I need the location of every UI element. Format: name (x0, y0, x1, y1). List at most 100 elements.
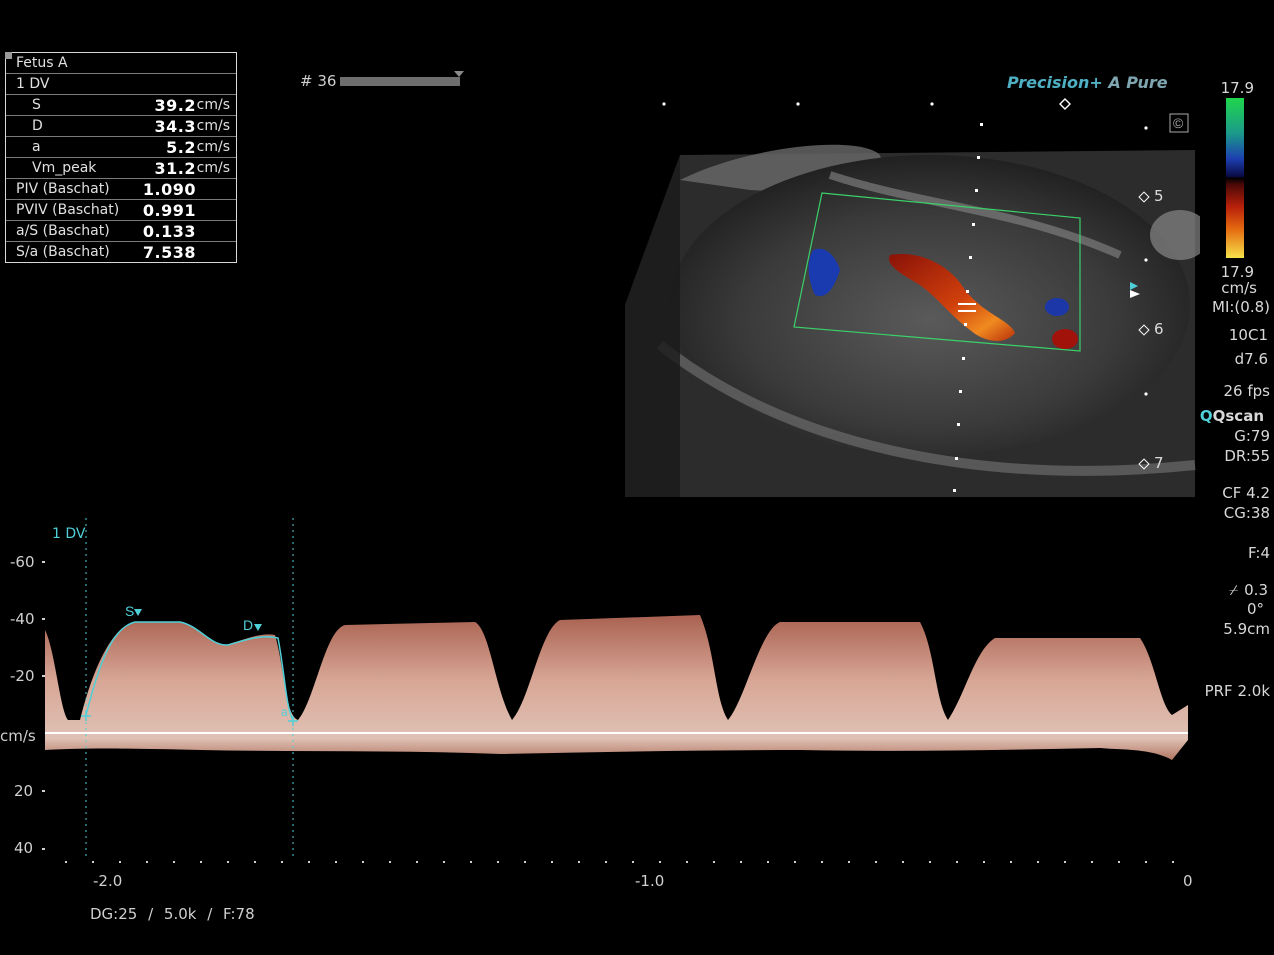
measurement-value: 5.2 (166, 137, 196, 157)
time-axis-dot (362, 861, 364, 863)
time-axis-dot (227, 861, 229, 863)
time-axis-dot (1010, 861, 1012, 863)
measurement-label: Vm_peak (32, 160, 97, 176)
time-axis-dot (929, 861, 931, 863)
x-tick: -2.0 (93, 872, 123, 890)
time-axis-dot (1145, 861, 1147, 863)
time-axis-dot (578, 861, 580, 863)
time-axis-dot (335, 861, 337, 863)
top-scale-dots (662, 102, 934, 106)
time-axis-dot (416, 861, 418, 863)
filter-setting: F:4 (1247, 544, 1270, 562)
frame-number: # 36 (300, 72, 337, 90)
fetus-label: Fetus A (16, 55, 68, 71)
time-axis-dot (848, 861, 850, 863)
time-axis-dot (119, 861, 121, 863)
s-marker-icon (134, 609, 142, 616)
a-marker-label: a (281, 705, 288, 719)
measurement-row: S 39.2 cm/s (6, 95, 236, 116)
brand-logo: Precision+ A Pure (1007, 73, 1168, 92)
color-scale-top: 17.9 (1220, 79, 1254, 97)
depth-marker-label: 6 (1154, 320, 1164, 338)
qscan-label: QQscan (1199, 407, 1264, 425)
time-axis-dot (875, 861, 877, 863)
d-marker-icon (254, 624, 262, 631)
time-axis-dot (686, 861, 688, 863)
time-axis-dot (1037, 861, 1039, 863)
brand-precision: Precision+ (1007, 73, 1103, 92)
measurement-value: 34.3 (154, 116, 196, 136)
cine-position-marker[interactable] (454, 71, 464, 77)
gate-depth: 5.9cm (1223, 620, 1270, 638)
time-axis-dot (551, 861, 553, 863)
time-axis-dot (659, 861, 661, 863)
measurement-vessel-row: 1 DV (6, 74, 236, 95)
color-scale-bar (1226, 98, 1244, 258)
depth-marker-label: 5 (1154, 187, 1164, 205)
time-axis-dot (92, 861, 94, 863)
measurement-value: 7.538 (142, 242, 196, 262)
color-gain: CG:38 (1223, 504, 1270, 522)
y-axis-unit: cm/s (0, 727, 36, 745)
y-tick: -20 (10, 667, 35, 685)
time-axis-dot (1064, 861, 1066, 863)
measurement-unit: cm/s (196, 139, 230, 155)
measurement-table: Fetus A 1 DV S 39.2 cm/s D 34.3 cm/s a 5.2 cm/s V… (5, 52, 237, 263)
measurement-row: Vm_peak 31.2 cm/s (6, 158, 236, 179)
s-marker-label: S (125, 603, 134, 619)
prf-setting: PRF 2.0k (1204, 682, 1270, 700)
cine-frame-bar[interactable] (340, 77, 460, 86)
time-axis-dot (983, 861, 985, 863)
d-marker-label: D (243, 617, 253, 633)
angle-icon: ⌿ (1229, 581, 1239, 599)
probe-name: 10C1 (1228, 326, 1268, 344)
gain: G:79 (1234, 427, 1270, 445)
depth-marker-6: 6 (1138, 320, 1164, 338)
top-marker-icon (1059, 98, 1071, 110)
measurement-value: 0.991 (142, 200, 196, 220)
measurement-unit: cm/s (196, 97, 230, 113)
angle-correction: ⌿ 0.3 (1229, 581, 1268, 599)
depth-marker-5: 5 (1138, 187, 1164, 205)
brand-apure: A Pure (1108, 73, 1168, 92)
time-axis-dot (173, 861, 175, 863)
color-scale-unit: cm/s (1221, 279, 1257, 297)
y-tick: 20 (14, 782, 34, 800)
time-axis-dot (767, 861, 769, 863)
depth-diamond-icon (1138, 191, 1150, 203)
dynamic-range: DR:55 (1224, 447, 1270, 465)
y-tick: -60 (10, 553, 35, 571)
time-axis-dot (146, 861, 148, 863)
x-tick: -1.0 (635, 872, 665, 890)
red-flow-right (1052, 329, 1078, 349)
measurement-label: S (32, 97, 41, 113)
doppler-settings-footer: DG:25 / 5.0k / F:78 (90, 905, 255, 923)
spectral-vessel-label: 1 DV (52, 526, 86, 542)
measurement-label: a/S (Baschat) (16, 223, 110, 239)
measurement-value: 31.2 (154, 158, 196, 178)
measurement-value: 1.090 (142, 179, 196, 199)
measurement-rows: S 39.2 cm/s D 34.3 cm/s a 5.2 cm/s Vm_peak 31.2 cm/… (6, 95, 236, 262)
measurement-row: a 5.2 cm/s (6, 137, 236, 158)
time-axis-dot (308, 861, 310, 863)
blue-flow-right (1045, 298, 1069, 316)
time-axis-dot (956, 861, 958, 863)
mechanical-index: MI:(0.8) (1212, 298, 1270, 316)
angle-value: 0.3 (1244, 581, 1268, 599)
time-axis-dot (470, 861, 472, 863)
time-axis-dot (524, 861, 526, 863)
measurement-unit: cm/s (196, 118, 230, 134)
time-axis-dot (632, 861, 634, 863)
time-axis-dot (65, 861, 67, 863)
measurement-value: 39.2 (154, 95, 196, 115)
y-axis-ticks (42, 561, 45, 850)
measurement-row: a/S (Baschat) 0.133 (6, 221, 236, 242)
measurement-row: PVIV (Baschat) 0.991 (6, 200, 236, 221)
time-axis-dot (1172, 861, 1174, 863)
measurement-label: D (32, 118, 43, 134)
time-axis-dot (389, 861, 391, 863)
time-axis-dot (443, 861, 445, 863)
steer-angle: 0° (1246, 600, 1264, 618)
depth-diamond-icon (1138, 458, 1150, 470)
b-mode-sector (625, 144, 1200, 497)
